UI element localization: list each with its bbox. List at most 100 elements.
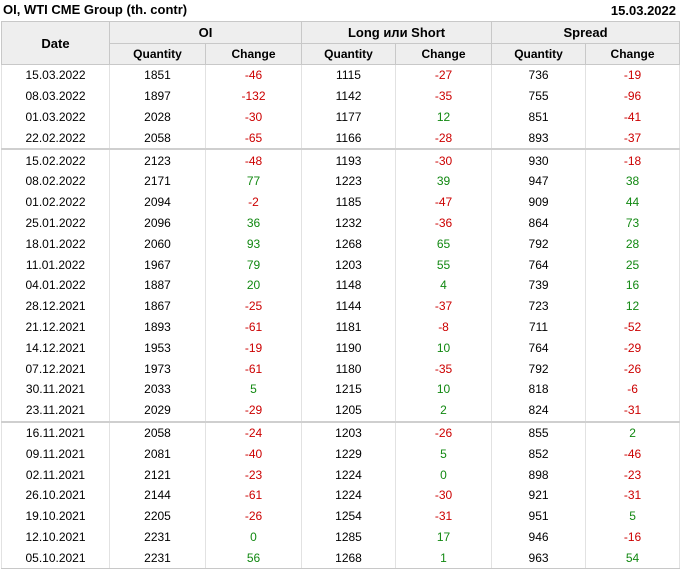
oi-quantity-cell: 1867 [109,295,206,317]
long-short-change-cell: -47 [395,191,493,213]
table-row: 08.02.2022 2171 77 1223 39 947 38 [1,170,680,192]
spread-change-cell: -52 [585,316,680,338]
oi-quantity-cell: 1893 [109,316,206,338]
long-short-change-cell: -37 [395,295,493,317]
long-short-change-cell: 4 [395,274,493,296]
date-cell: 21.12.2021 [1,316,110,338]
oi-change-cell: 77 [204,170,303,192]
long-short-change-cell: -36 [395,212,493,234]
spread-quantity-cell: 818 [491,378,587,400]
oi-change-cell: 5 [204,378,303,400]
spread-quantity-cell: 739 [491,274,587,296]
date-column-header: Date [1,21,110,65]
table-row: 01.02.2022 2094 -2 1185 -47 909 44 [1,191,680,213]
date-cell: 01.02.2022 [1,191,110,213]
long-short-quantity-cell: 1177 [301,106,397,128]
oi-change-cell: -19 [204,337,303,359]
date-cell: 14.12.2021 [1,337,110,359]
date-cell: 28.12.2021 [1,295,110,317]
oi-change-cell: -61 [204,484,303,506]
long-short-change-cell: -30 [395,148,493,171]
oi-quantity-header: Quantity [109,43,206,65]
table-row: 07.12.2021 1973 -61 1180 -35 792 -26 [1,358,680,379]
long-short-quantity-cell: 1268 [301,547,397,569]
spread-change-cell: 38 [585,170,680,192]
spread-change-cell: 2 [585,420,680,444]
date-cell: 07.12.2021 [1,358,110,379]
long-short-quantity-cell: 1268 [301,233,397,255]
long-short-change-cell: -30 [395,484,493,506]
table-row: 16.11.2021 2058 -24 1203 -26 855 2 [1,420,680,444]
page-title: OI, WTI CME Group (th. contr) [3,2,188,17]
spread-change-cell: -31 [585,399,680,422]
spread-quantity-cell: 852 [491,443,587,465]
oi-change-cell: 93 [204,233,303,255]
oi-quantity-cell: 2081 [109,443,206,465]
oi-quantity-cell: 2060 [109,233,206,255]
oi-quantity-cell: 1897 [109,85,206,107]
date-cell: 09.11.2021 [1,443,110,465]
spread-change-cell: 16 [585,274,680,296]
long-short-quantity-cell: 1254 [301,505,397,527]
long-short-quantity-cell: 1215 [301,378,397,400]
date-cell: 15.03.2022 [1,64,110,86]
oi-quantity-cell: 2171 [109,170,206,192]
oi-quantity-cell: 2121 [109,464,206,485]
oi-quantity-cell: 2058 [109,420,206,444]
spread-quantity-cell: 951 [491,505,587,527]
long-short-change-cell: 39 [395,170,493,192]
spread-quantity-cell: 736 [491,64,587,86]
oi-change-cell: -24 [204,420,303,444]
spread-change-header: Change [585,43,680,65]
date-cell: 08.03.2022 [1,85,110,107]
long-short-change-header: Change [395,43,493,65]
table-body: 15.03.2022 1851 -46 1115 -27 736 -19 08.03.2022… [1,64,680,569]
spread-quantity-cell: 893 [491,127,587,150]
spread-change-cell: 44 [585,191,680,213]
table-row: 15.03.2022 1851 -46 1115 -27 736 -19 [1,64,680,86]
table-row: 09.11.2021 2081 -40 1229 5 852 -46 [1,443,680,465]
oi-change-cell: -25 [204,295,303,317]
oi-quantity-cell: 1851 [109,64,206,86]
long-short-change-cell: -28 [395,127,493,150]
long-short-quantity-cell: 1142 [301,85,397,107]
spread-quantity-cell: 947 [491,170,587,192]
long-short-change-cell: 2 [395,399,493,422]
long-short-change-cell: 0 [395,464,493,485]
table-row: 14.12.2021 1953 -19 1190 10 764 -29 [1,337,680,359]
oi-change-cell: -29 [204,399,303,422]
date-cell: 05.10.2021 [1,547,110,569]
oi-quantity-cell: 2096 [109,212,206,234]
spread-quantity-cell: 755 [491,85,587,107]
spread-change-cell: 28 [585,233,680,255]
long-short-change-cell: -27 [395,64,493,86]
spread-change-cell: 5 [585,505,680,527]
date-cell: 16.11.2021 [1,420,110,444]
date-cell: 22.02.2022 [1,127,110,150]
spread-quantity-header: Quantity [491,43,587,65]
oi-table: Date OI Long или Short Spread Quantity C… [1,21,680,569]
long-short-quantity-cell: 1193 [301,148,397,171]
oi-quantity-cell: 1967 [109,254,206,275]
table-row: 05.10.2021 2231 56 1268 1 963 54 [1,547,680,569]
spread-change-cell: -96 [585,85,680,107]
spread-quantity-cell: 921 [491,484,587,506]
long-short-change-cell: 5 [395,443,493,465]
oi-change-cell: 20 [204,274,303,296]
spread-change-cell: -37 [585,127,680,150]
date-cell: 12.10.2021 [1,526,110,548]
spread-quantity-cell: 723 [491,295,587,317]
oi-quantity-cell: 2094 [109,191,206,213]
long-short-quantity-cell: 1166 [301,127,397,150]
oi-quantity-cell: 1953 [109,337,206,359]
date-cell: 18.01.2022 [1,233,110,255]
table-row: 25.01.2022 2096 36 1232 -36 864 73 [1,212,680,234]
table-row: 22.02.2022 2058 -65 1166 -28 893 -37 [1,127,680,150]
date-cell: 11.01.2022 [1,254,110,275]
spread-quantity-cell: 851 [491,106,587,128]
oi-quantity-cell: 2123 [109,148,206,171]
spread-change-cell: -16 [585,526,680,548]
spread-change-cell: -41 [585,106,680,128]
long-short-quantity-cell: 1180 [301,358,397,379]
long-short-quantity-cell: 1224 [301,484,397,506]
